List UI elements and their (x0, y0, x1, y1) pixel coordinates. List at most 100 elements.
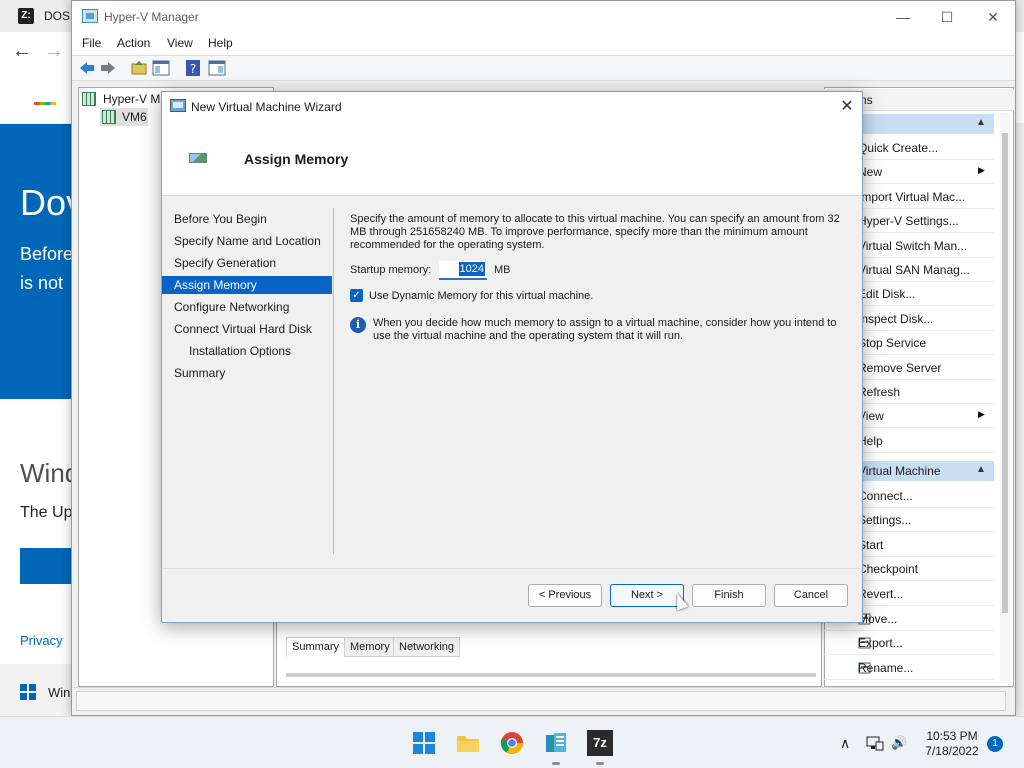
start-button-icon[interactable] (411, 730, 437, 756)
action-item-label: Stop Service (858, 336, 927, 351)
notification-badge[interactable]: 1 (987, 736, 1003, 752)
tab-networking[interactable]: Networking (393, 637, 461, 657)
dynamic-memory-label[interactable]: Use Dynamic Memory for this virtual mach… (369, 290, 593, 302)
maximize-icon[interactable]: ☐ (924, 5, 970, 29)
show-hide-tree-icon[interactable] (152, 59, 170, 77)
step-label: Assign Memory (174, 278, 257, 292)
actions-section-vm-label: Virtual Machine (858, 464, 941, 478)
tree-item-label: VM6 (122, 110, 147, 124)
action-item-label: Quick Create... (858, 141, 939, 155)
server-icon (82, 92, 96, 106)
chrome-icon[interactable] (499, 730, 525, 756)
help-icon[interactable]: ? (184, 59, 202, 77)
action-item-label: Hyper-V Settings... (858, 214, 959, 229)
speaker-icon[interactable]: 🔊 (891, 735, 907, 751)
menu-view[interactable]: View (167, 36, 193, 50)
action-item-label: Virtual Switch Man... (858, 238, 968, 253)
dynamic-memory-checkbox[interactable]: ✓ (350, 289, 363, 302)
show-hide-action-icon[interactable] (208, 59, 226, 77)
action-item-label: Edit Disk... (858, 287, 916, 302)
tree-item-vm6[interactable]: VM6 (100, 108, 148, 126)
action-item-label: Connect... (858, 488, 913, 503)
collapse-up-icon[interactable]: ▲ (976, 464, 986, 475)
action-item-label: Virtual SAN Manag... (858, 263, 970, 277)
hyperv-taskbar-icon[interactable] (543, 730, 569, 756)
menu-file[interactable]: File (82, 36, 101, 50)
memory-icon (189, 153, 207, 167)
menu-help[interactable]: Help (208, 36, 233, 50)
forward-icon[interactable] (99, 59, 117, 77)
collapse-up-icon[interactable]: ▲ (976, 117, 986, 128)
action-item-label: Remove Server (858, 360, 942, 375)
wizard-heading: Assign Memory (244, 151, 349, 167)
button-divider (162, 568, 862, 569)
step-specify-name[interactable]: Specify Name and Location (162, 232, 332, 250)
actions-scrollbar[interactable] (1000, 113, 1010, 683)
step-label: Specify Generation (174, 256, 277, 270)
action-item-label: Settings... (858, 513, 912, 528)
svg-text:?: ? (190, 62, 196, 76)
action-item-label: Refresh (858, 385, 901, 399)
step-installation-options[interactable]: Installation Options (162, 342, 332, 360)
tab-favicon-icon: Z: (18, 8, 34, 24)
step-label: Installation Options (189, 344, 292, 358)
step-summary[interactable]: Summary (162, 364, 332, 382)
back-arrow-icon[interactable]: ← (12, 40, 32, 63)
action-item-label: Export... (858, 636, 903, 651)
action-item-label: Move... (858, 611, 898, 626)
file-explorer-icon[interactable] (455, 730, 481, 756)
action-item-label: Rename... (858, 660, 914, 675)
taskbar-clock[interactable]: 10:53 PM 7/18/2022 (912, 729, 992, 759)
startup-memory-value: 1024 (458, 262, 485, 276)
startup-memory-unit: MB (494, 264, 511, 276)
step-label: Specify Name and Location (174, 234, 321, 248)
startup-memory-input[interactable]: 1024 (439, 261, 487, 280)
tree-root-label: Hyper-V M (103, 92, 161, 106)
chevron-up-icon[interactable]: ∧ (840, 735, 850, 752)
wizard-title: New Virtual Machine Wizard (191, 100, 342, 114)
step-specify-generation[interactable]: Specify Generation (162, 254, 332, 272)
cancel-button[interactable]: Cancel (774, 584, 848, 607)
step-before-you-begin[interactable]: Before You Begin (162, 210, 332, 228)
network-icon[interactable] (866, 735, 884, 754)
info-icon: i (350, 317, 366, 333)
finish-button[interactable]: Finish (692, 584, 766, 607)
wizard-steps: Before You Begin Specify Name and Locati… (162, 196, 332, 564)
step-assign-memory[interactable]: Assign Memory (162, 276, 332, 294)
action-item[interactable]: Rename... (824, 656, 994, 680)
submenu-arrow-icon: ▶ (978, 409, 985, 420)
action-item-label: Checkpoint (858, 562, 919, 577)
hyperv-title: Hyper-V Manager (104, 10, 199, 24)
up-folder-icon[interactable] (130, 59, 148, 77)
action-item-label: Revert... (858, 586, 904, 601)
menu-action[interactable]: Action (117, 36, 150, 50)
horizontal-scrollbar[interactable] (286, 673, 816, 677)
running-indicator (596, 762, 604, 765)
previous-button[interactable]: < Previous (528, 584, 602, 607)
notification-text: Win (48, 685, 71, 700)
memory-description: Specify the amount of memory to allocate… (350, 213, 840, 251)
step-connect-vhd[interactable]: Connect Virtual Hard Disk (162, 320, 332, 338)
7zip-icon[interactable]: 7z (587, 730, 613, 756)
browser-scrollbar[interactable] (1016, 124, 1024, 716)
minimize-icon[interactable]: — (880, 5, 926, 29)
vm-icon (102, 110, 116, 124)
back-icon[interactable] (78, 59, 96, 77)
memory-info-text: When you decide how much memory to assig… (373, 317, 837, 342)
privacy-link[interactable]: Privacy (20, 633, 63, 648)
tab-summary[interactable]: Summary (286, 637, 346, 657)
hyperv-title-bar (72, 1, 1015, 33)
running-indicator (552, 762, 560, 765)
tab-memory[interactable]: Memory (344, 637, 396, 657)
submenu-arrow-icon: ▶ (978, 165, 985, 176)
clock-time: 10:53 PM (926, 729, 978, 743)
step-configure-networking[interactable]: Configure Networking (162, 298, 332, 316)
forward-arrow-icon[interactable]: → (44, 40, 64, 63)
wizard-close-icon[interactable]: ✕ (834, 96, 860, 118)
browser-tab-title[interactable]: DOSI (44, 9, 73, 23)
close-icon[interactable]: ✕ (970, 5, 1015, 29)
action-item[interactable]: Export... (824, 631, 994, 656)
windows-logo-icon (20, 684, 36, 700)
wizard-app-icon (170, 99, 186, 112)
step-label: Summary (174, 366, 226, 380)
